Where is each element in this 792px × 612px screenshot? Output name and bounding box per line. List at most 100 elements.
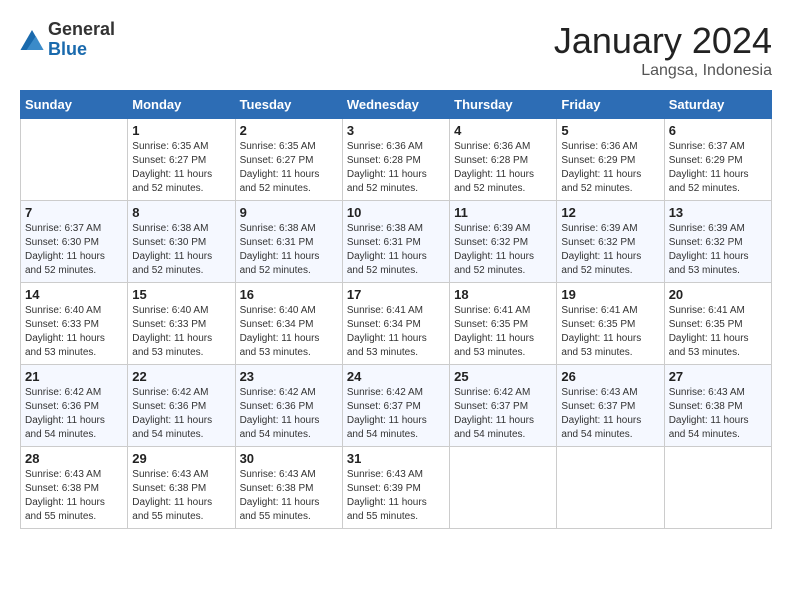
calendar-cell: 20Sunrise: 6:41 AMSunset: 6:35 PMDayligh… [664,283,771,365]
day-number: 8 [132,205,230,220]
sunset-label: Sunset: 6:33 PM [25,319,99,330]
sunrise-label: Sunrise: 6:39 AM [561,223,637,234]
sunrise-label: Sunrise: 6:43 AM [669,387,745,398]
sunrise-label: Sunrise: 6:42 AM [132,387,208,398]
calendar-cell [21,119,128,201]
daylight-label: Daylight: 11 hours and 55 minutes. [240,497,320,522]
sunset-label: Sunset: 6:37 PM [454,401,528,412]
sunrise-label: Sunrise: 6:41 AM [454,305,530,316]
day-info: Sunrise: 6:43 AMSunset: 6:38 PMDaylight:… [132,468,230,524]
day-number: 9 [240,205,338,220]
calendar-cell [557,447,664,529]
daylight-label: Daylight: 11 hours and 52 minutes. [240,251,320,276]
calendar-cell: 8Sunrise: 6:38 AMSunset: 6:30 PMDaylight… [128,201,235,283]
day-number: 14 [25,287,123,302]
logo: General Blue [20,20,115,60]
day-number: 31 [347,451,445,466]
daylight-label: Daylight: 11 hours and 53 minutes. [454,333,534,358]
daylight-label: Daylight: 11 hours and 52 minutes. [347,169,427,194]
calendar-cell: 17Sunrise: 6:41 AMSunset: 6:34 PMDayligh… [342,283,449,365]
calendar-cell: 23 Sunrise: 6:42 AMSunset: 6:36 PMDayligh… [235,365,342,447]
sunset-label: Sunset: 6:37 PM [561,401,635,412]
calendar-cell: 27Sunrise: 6:43 AMSunset: 6:38 PMDayligh… [664,365,771,447]
sunrise-label: Sunrise: 6:38 AM [240,223,316,234]
sunset-label: Sunset: 6:27 PM [132,155,206,166]
weekday-header-row: SundayMondayTuesdayWednesdayThursdayFrid… [21,91,772,119]
sunset-label: Sunset: 6:31 PM [240,237,314,248]
week-row-3: 14 Sunrise: 6:40 AMSunset: 6:33 PMDayligh… [21,283,772,365]
week-row-5: 28Sunrise: 6:43 AMSunset: 6:38 PMDayligh… [21,447,772,529]
day-info: Sunrise: 6:38 AM Sunset: 6:31 PM Daylight:… [240,222,338,278]
calendar-cell: 3 Sunrise: 6:36 AM Sunset: 6:28 PM Daylight… [342,119,449,201]
sunset-label: Sunset: 6:29 PM [561,155,635,166]
daylight-label: Daylight: 11 hours and 53 minutes. [347,333,427,358]
calendar-cell: 6Sunrise: 6:37 AMSunset: 6:29 PMDaylight… [664,119,771,201]
sunrise-label: Sunrise: 6:35 AM [132,141,208,152]
calendar-cell: 15 Sunrise: 6:40 AMSunset: 6:33 PMDayligh… [128,283,235,365]
day-number: 19 [561,287,659,302]
day-info: Sunrise: 6:35 AMSunset: 6:27 PMDaylight:… [132,140,230,196]
day-number: 26 [561,369,659,384]
day-number: 3 [347,123,445,138]
daylight-label: Daylight: 11 hours and 52 minutes. [132,251,212,276]
sunrise-label: Sunrise: 6:36 AM [454,141,530,152]
daylight-label: Daylight: 11 hours and 53 minutes. [25,333,105,358]
day-info: Sunrise: 6:37 AMSunset: 6:29 PMDaylight:… [669,140,767,196]
daylight-label: Daylight: 11 hours and 52 minutes. [25,251,105,276]
calendar-cell: 16 Sunrise: 6:40 AMSunset: 6:34 PMDayligh… [235,283,342,365]
sunrise-label: Sunrise: 6:43 AM [561,387,637,398]
daylight-label: Daylight: 11 hours and 52 minutes. [240,169,320,194]
logo-general: General [48,20,115,40]
sunset-label: Sunset: 6:34 PM [347,319,421,330]
day-info: Sunrise: 6:40 AMSunset: 6:34 PMDaylight:… [240,304,338,360]
day-number: 15 [132,287,230,302]
day-number: 16 [240,287,338,302]
sunrise-label: Sunrise: 6:37 AM [669,141,745,152]
day-info: Sunrise: 6:43 AM Sunset: 6:37 PM Daylight:… [561,386,659,442]
weekday-header-saturday: Saturday [664,91,771,119]
calendar-cell: 19Sunrise: 6:41 AMSunset: 6:35 PMDayligh… [557,283,664,365]
calendar-cell: 9 Sunrise: 6:38 AM Sunset: 6:31 PM Daylight… [235,201,342,283]
day-info: Sunrise: 6:43 AMSunset: 6:38 PMDaylight:… [240,468,338,524]
day-info: Sunrise: 6:42 AMSunset: 6:36 PMDaylight:… [240,386,338,442]
sunrise-label: Sunrise: 6:36 AM [347,141,423,152]
daylight-label: Daylight: 11 hours and 53 minutes. [561,333,641,358]
weekday-header-friday: Friday [557,91,664,119]
calendar-cell: 21Sunrise: 6:42 AMSunset: 6:36 PMDayligh… [21,365,128,447]
calendar-cell: 26 Sunrise: 6:43 AM Sunset: 6:37 PM Dayligh… [557,365,664,447]
sunset-label: Sunset: 6:27 PM [240,155,314,166]
calendar-cell: 30Sunrise: 6:43 AMSunset: 6:38 PMDayligh… [235,447,342,529]
sunset-label: Sunset: 6:28 PM [347,155,421,166]
sunrise-label: Sunrise: 6:38 AM [347,223,423,234]
day-number: 17 [347,287,445,302]
daylight-label: Daylight: 11 hours and 53 minutes. [669,333,749,358]
calendar-cell: 10Sunrise: 6:38 AMSunset: 6:31 PMDayligh… [342,201,449,283]
day-number: 5 [561,123,659,138]
daylight-label: Daylight: 11 hours and 52 minutes. [454,251,534,276]
sunrise-label: Sunrise: 6:43 AM [132,469,208,480]
calendar-cell: 1Sunrise: 6:35 AMSunset: 6:27 PMDaylight… [128,119,235,201]
calendar-cell: 12Sunrise: 6:39 AMSunset: 6:32 PMDayligh… [557,201,664,283]
day-number: 11 [454,205,552,220]
sunset-label: Sunset: 6:37 PM [347,401,421,412]
calendar-cell: 2Sunrise: 6:35 AMSunset: 6:27 PMDaylight… [235,119,342,201]
calendar-cell [450,447,557,529]
week-row-1: 1Sunrise: 6:35 AMSunset: 6:27 PMDaylight… [21,119,772,201]
day-info: Sunrise: 6:40 AMSunset: 6:33 PMDaylight:… [132,304,230,360]
daylight-label: Daylight: 11 hours and 52 minutes. [561,251,641,276]
day-info: Sunrise: 6:42 AMSunset: 6:37 PMDaylight:… [347,386,445,442]
calendar-cell: 24Sunrise: 6:42 AMSunset: 6:37 PMDayligh… [342,365,449,447]
sunset-label: Sunset: 6:32 PM [561,237,635,248]
day-info: Sunrise: 6:42 AMSunset: 6:37 PMDaylight:… [454,386,552,442]
daylight-label: Daylight: 11 hours and 54 minutes. [561,415,641,440]
location-subtitle: Langsa, Indonesia [554,62,772,80]
week-row-4: 21Sunrise: 6:42 AMSunset: 6:36 PMDayligh… [21,365,772,447]
calendar-cell: 11Sunrise: 6:39 AMSunset: 6:32 PMDayligh… [450,201,557,283]
day-info: Sunrise: 6:38 AMSunset: 6:31 PMDaylight:… [347,222,445,278]
month-title: January 2024 [554,20,772,62]
sunset-label: Sunset: 6:30 PM [25,237,99,248]
day-number: 23 [240,369,338,384]
day-number: 4 [454,123,552,138]
daylight-label: Daylight: 11 hours and 54 minutes. [132,415,212,440]
daylight-label: Daylight: 11 hours and 53 minutes. [669,251,749,276]
